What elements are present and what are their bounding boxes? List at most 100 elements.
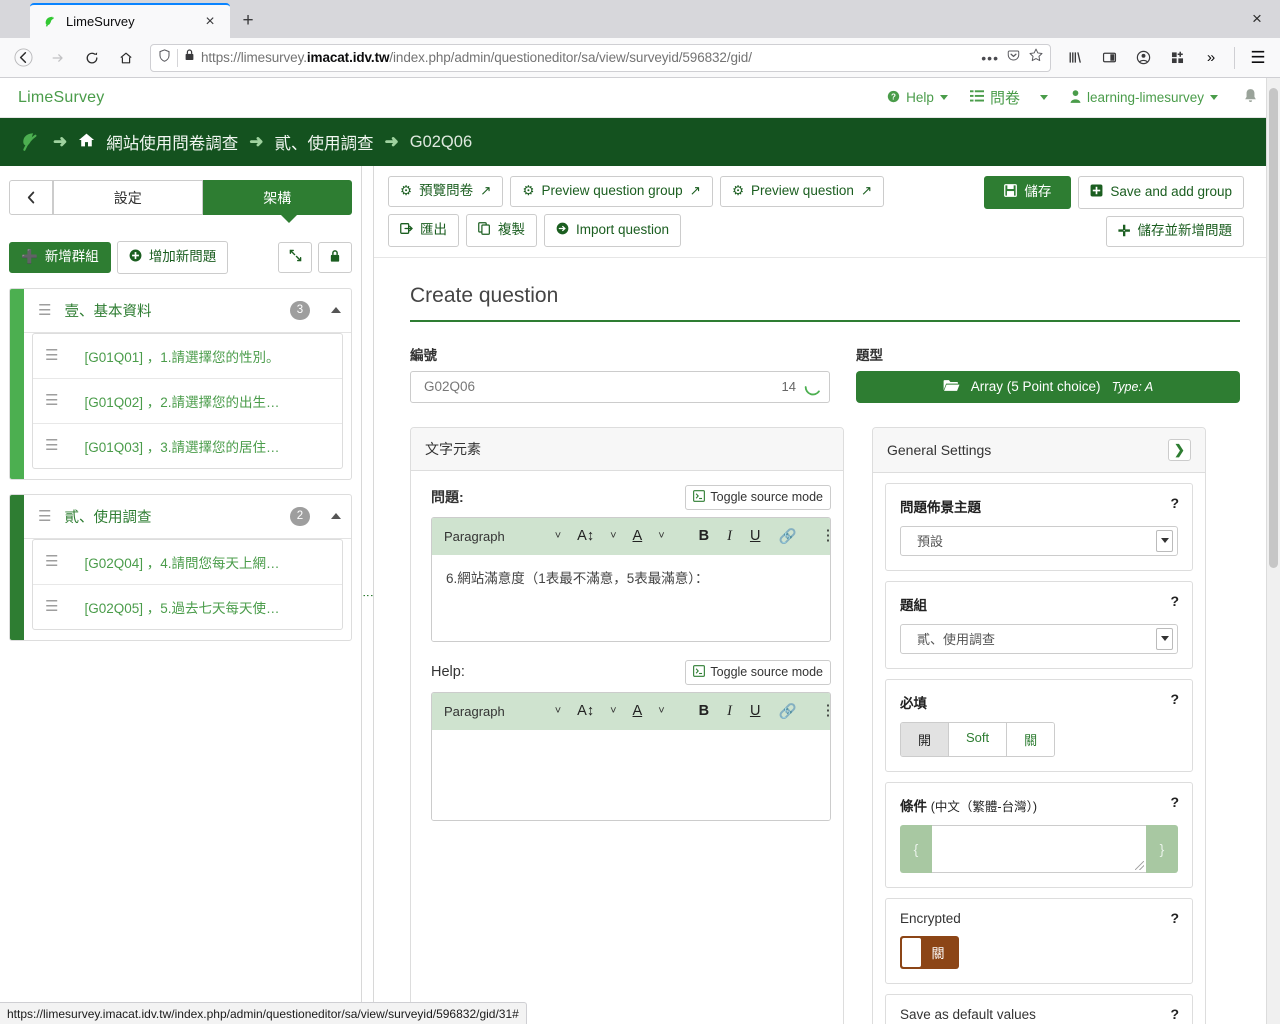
italic-icon[interactable]: I [718,528,741,545]
list-item[interactable]: ☰ [G02Q05] ，5.過去七天每天使… [33,585,342,629]
text-color-icon[interactable]: A [624,528,652,544]
help-marker[interactable]: ? [1170,794,1179,810]
star-icon[interactable] [1028,47,1044,68]
browser-tab[interactable]: LimeSurvey × [30,3,230,38]
add-question-button[interactable]: 增加新問題 [116,241,229,274]
save-and-add-group-button[interactable]: Save and add group [1078,176,1244,209]
extensions-icon[interactable] [1161,42,1193,74]
group-header[interactable]: ☰ 貳、使用調查 2 [10,495,351,539]
chevron-down-icon[interactable]: ˅ [555,530,561,542]
app-menu-button[interactable]: ☰ [1242,42,1274,74]
copy-button[interactable]: 複製 [466,213,537,247]
more-options-icon[interactable]: ⋮ [815,528,831,543]
sidebar-tab-settings[interactable]: 設定 [53,180,203,215]
export-button[interactable]: 匯出 [388,213,459,247]
text-color-icon[interactable]: A [624,703,652,719]
padlock-icon[interactable] [183,48,196,67]
drag-handle-icon[interactable]: ☰ [45,599,58,614]
paragraph-style-select[interactable]: Paragraph [444,704,505,719]
reload-button[interactable] [76,42,108,74]
question-label[interactable]: [G02Q04] ，4.請問您每天上網… [84,552,279,572]
list-item[interactable]: ☰ [G02Q04] ，4.請問您每天上網… [33,540,342,585]
bold-icon[interactable]: B [690,703,718,719]
list-item[interactable]: ☰ [G01Q01] ，1.請選擇您的性別。 [33,334,342,379]
help-marker[interactable]: ? [1170,1006,1179,1022]
tracking-protection-icon[interactable] [157,48,172,68]
group-title[interactable]: 貳、使用調查 [64,506,277,527]
mandatory-option-on[interactable]: 開 [901,722,950,756]
bold-icon[interactable]: B [690,528,718,544]
more-options-icon[interactable]: ⋮ [815,703,831,718]
scrollbar-thumb[interactable] [1269,88,1278,568]
chevron-down-icon[interactable]: ˅ [610,530,616,542]
italic-icon[interactable]: I [718,703,741,720]
lock-button[interactable] [318,241,352,273]
list-item[interactable]: ☰ [G01Q02] ，2.請選擇您的出生… [33,379,342,424]
forward-button[interactable] [42,42,74,74]
tab-close-icon[interactable]: × [198,10,222,34]
sidebar-icon[interactable] [1093,42,1125,74]
chevron-down-icon[interactable] [1156,627,1173,650]
chevron-up-icon[interactable] [331,307,341,314]
drag-handle-icon[interactable]: ☰ [45,554,58,569]
underline-icon[interactable]: U [741,528,769,544]
group-title[interactable]: 壹、基本資料 [64,300,277,321]
sidebar-resize-handle[interactable]: ⋮ [362,166,374,1024]
chevron-down-icon[interactable]: ˅ [658,705,664,717]
font-size-icon[interactable]: A↕ [568,703,603,719]
preview-question-button[interactable]: ⚙ Preview question ↗ [719,176,885,207]
user-menu[interactable]: learning-limesurvey [1059,84,1229,112]
library-icon[interactable] [1059,42,1091,74]
question-type-button[interactable]: Array (5 Point choice) Type: A [856,370,1240,403]
link-icon[interactable]: 🔗 [769,528,805,545]
notification-bell-icon[interactable] [1229,82,1266,114]
mandatory-option-soft[interactable]: Soft [949,722,1008,756]
paragraph-style-select[interactable]: Paragraph [444,529,505,544]
chevron-up-icon[interactable] [331,513,341,520]
page-actions-icon[interactable]: ••• [981,50,999,66]
question-code-input[interactable] [422,378,782,396]
save-and-add-question-button[interactable]: ✛ 儲存並新增問題 [1105,215,1244,247]
page-scrollbar[interactable] [1266,78,1280,1024]
add-group-button[interactable]: ➕ 新增群組 [9,242,111,273]
drag-handle-icon[interactable]: ☰ [38,509,51,524]
help-marker[interactable]: ? [1170,910,1179,926]
question-editor-content[interactable]: 6.網站滿意度（1表最不滿意，5表最滿意）： [432,554,830,641]
save-button[interactable]: 儲存 [984,176,1072,209]
question-group-select[interactable]: 貳、使用調查 [900,623,1178,654]
relevance-equation-textarea[interactable] [932,824,1146,873]
help-rich-editor[interactable]: Paragraph ˅ A↕ ˅ A ˅ B I U 🔗 [431,691,831,821]
new-tab-button[interactable]: + [236,9,260,33]
surveys-menu[interactable]: 問卷 [959,81,1059,114]
sidebar-tab-structure[interactable]: 架構 [202,180,352,215]
drag-handle-icon[interactable]: ☰ [45,393,58,408]
list-item[interactable]: ☰ [G01Q03] ，3.請選擇您的居住… [33,424,342,468]
sidebar-collapse-button[interactable] [9,180,53,215]
chevron-down-icon[interactable]: ˅ [610,705,616,717]
url-text[interactable]: https://limesurvey.imacat.idv.tw/index.p… [201,50,976,65]
encrypted-toggle[interactable]: 關 [900,935,959,969]
link-icon[interactable]: 🔗 [769,703,805,720]
help-marker[interactable]: ? [1170,691,1179,707]
font-size-icon[interactable]: A↕ [568,528,603,544]
preview-question-group-button[interactable]: ⚙ Preview question group ↗ [510,176,713,207]
question-label[interactable]: [G01Q03] ，3.請選擇您的居住… [84,436,279,456]
drag-handle-icon[interactable]: ☰ [38,303,51,318]
mandatory-option-off[interactable]: 關 [1007,722,1055,756]
help-editor-content[interactable] [432,729,830,820]
chevron-down-icon[interactable]: ˅ [555,705,561,717]
account-icon[interactable] [1127,42,1159,74]
help-toggle-source-button[interactable]: Toggle source mode [685,659,831,685]
preview-survey-button[interactable]: ⚙ 預覽問卷 ↗ [388,176,504,207]
chevron-down-icon[interactable] [1156,529,1173,552]
breadcrumb-survey[interactable]: 網站使用問卷調查 [106,130,238,154]
question-label[interactable]: [G02Q05] ，5.過去七天每天使… [84,597,279,617]
back-button[interactable] [6,41,40,75]
limesurvey-leaf-icon[interactable] [20,131,42,153]
drag-handle-icon[interactable]: ☰ [45,348,58,363]
home-icon[interactable] [78,132,95,152]
breadcrumb-group[interactable]: 貳、使用調查 [275,130,374,154]
window-close-button[interactable]: × [1242,4,1272,34]
pocket-icon[interactable] [1006,48,1021,68]
url-bar[interactable]: https://limesurvey.imacat.idv.tw/index.p… [150,43,1051,72]
